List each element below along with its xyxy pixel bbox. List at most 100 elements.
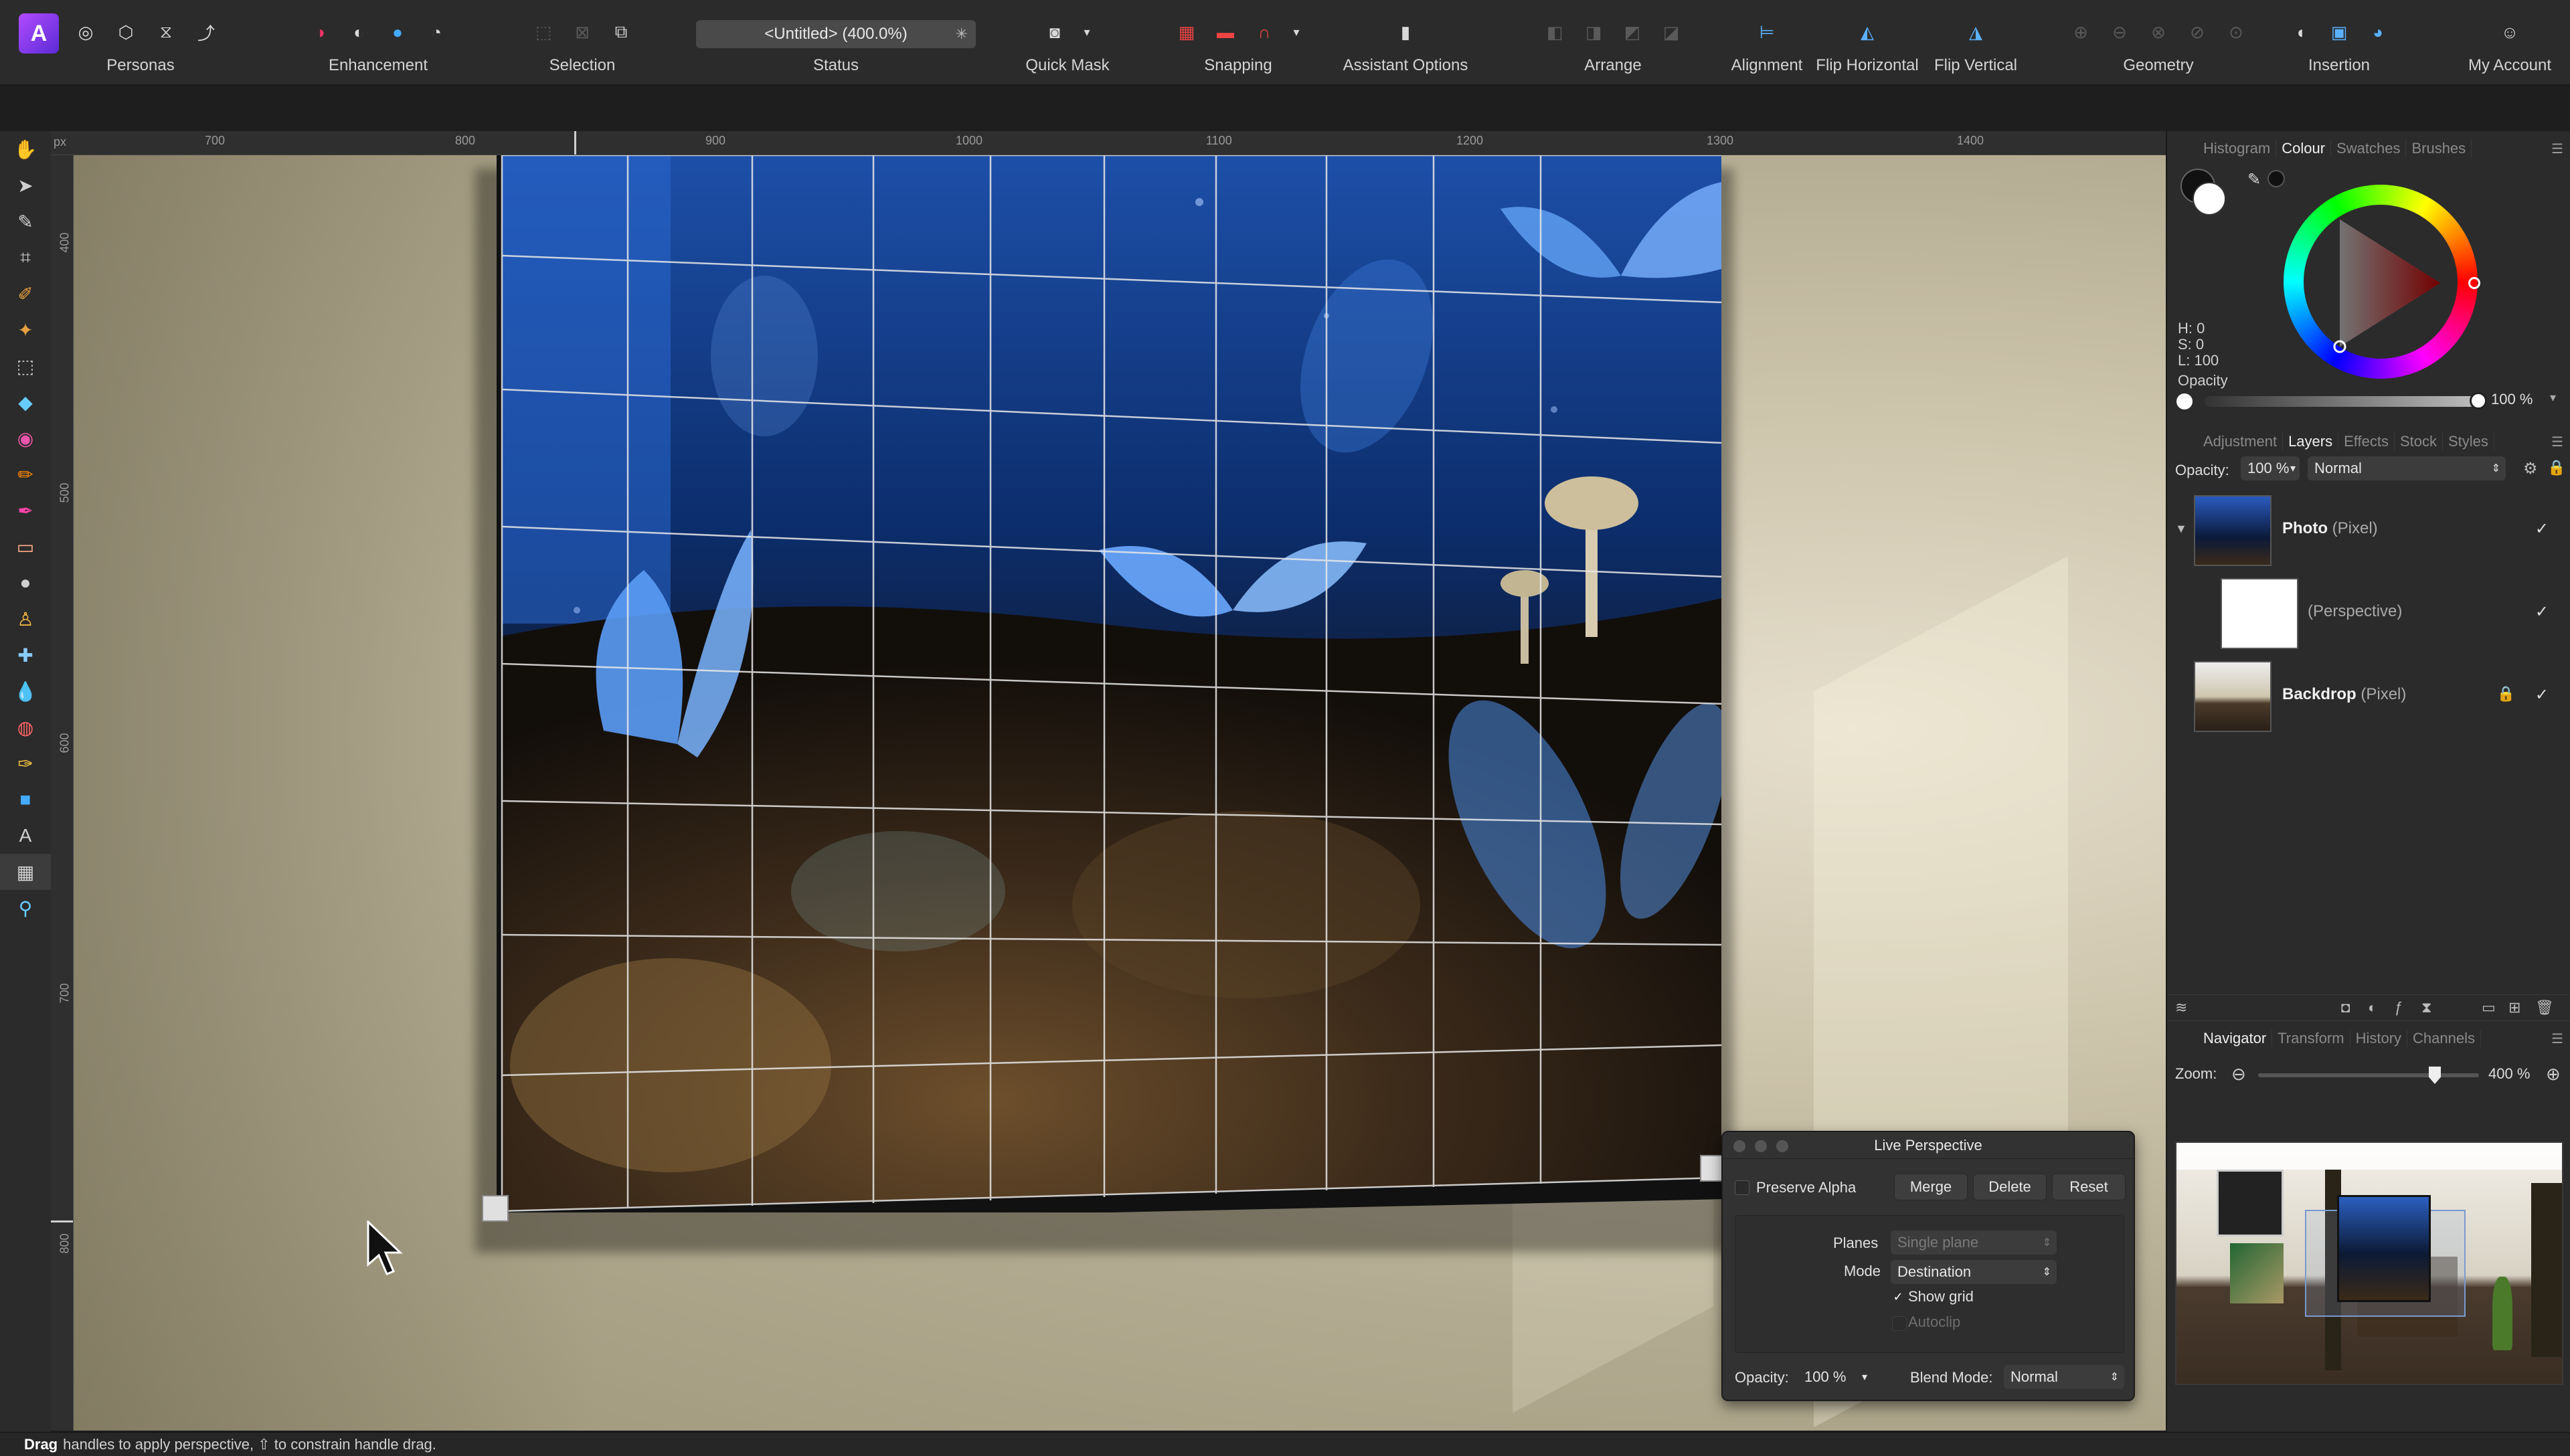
stroke-colour-swatch[interactable] (2193, 182, 2226, 215)
pen-tool-icon[interactable]: ✑ (0, 745, 51, 782)
colour-replacement-icon[interactable]: ✒ (0, 492, 51, 529)
tab-transform[interactable]: Transform (2272, 1030, 2350, 1047)
flip-horizontal-icon[interactable]: ◭ (1854, 19, 1881, 46)
chevron-down-icon[interactable]: ▾ (1290, 19, 1303, 46)
red-eye-icon[interactable]: ◍ (0, 709, 51, 745)
document-status-field[interactable]: <Untitled> (400.0%) ✳ (696, 20, 976, 48)
flood-fill-icon[interactable]: ◆ (0, 384, 51, 420)
dodge-brush-icon[interactable]: ● (0, 565, 51, 601)
tab-navigator[interactable]: Navigator (2198, 1030, 2273, 1047)
gradient-tool-icon[interactable]: ◉ (0, 420, 51, 456)
tab-history[interactable]: History (2350, 1030, 2408, 1047)
develop-persona-icon[interactable]: ⬡ (112, 19, 139, 46)
tab-stock[interactable]: Stock (2395, 433, 2443, 450)
hand-tool-icon[interactable]: ✋ (0, 131, 51, 167)
zoom-value[interactable]: 400 % (2488, 1065, 2530, 1083)
zoom-button[interactable] (1776, 1140, 1788, 1152)
minimize-button[interactable] (1755, 1140, 1767, 1152)
tab-channels[interactable]: Channels (2407, 1030, 2481, 1047)
erase-brush-icon[interactable]: ▭ (0, 529, 51, 565)
perspective-photo[interactable] (497, 155, 1721, 1212)
dialog-opacity-field[interactable]: 100 % ▾ (1798, 1365, 1871, 1389)
planes-select[interactable]: Single plane ⇕ (1891, 1231, 2057, 1255)
reset-button[interactable]: Reset (2052, 1174, 2126, 1200)
zoom-out-icon[interactable]: ⊖ (2231, 1064, 2246, 1085)
deselect-icon[interactable]: ⊠ (569, 19, 596, 46)
assistant-icon[interactable]: ▮ (1392, 19, 1419, 46)
xor-shape-icon[interactable]: ⊘ (2184, 19, 2211, 46)
magnet-icon[interactable]: ∩ (1251, 19, 1278, 46)
adjustment-layer-icon[interactable]: ◐ (2368, 999, 2377, 1016)
flood-select-icon[interactable]: ✦ (0, 312, 51, 348)
user-account-icon[interactable]: ☺ (2496, 19, 2523, 46)
tab-layers[interactable]: Layers (2283, 433, 2339, 450)
colour-opacity-value[interactable]: 100 % (2491, 391, 2533, 408)
text-tool-icon[interactable]: A (0, 818, 51, 854)
delete-button[interactable]: Delete (1973, 1174, 2047, 1200)
chevron-down-icon[interactable]: ▾ (2550, 391, 2556, 405)
invert-selection-icon[interactable]: ⧉ (608, 19, 634, 46)
layers-opacity-field[interactable]: 100 % ▾ (2241, 456, 2300, 480)
dialog-blend-mode-select[interactable]: Normal ⇕ (2004, 1365, 2124, 1389)
colour-opacity-slider[interactable] (2205, 396, 2475, 407)
tab-swatches[interactable]: Swatches (2331, 140, 2407, 157)
tab-colour[interactable]: Colour (2276, 140, 2332, 157)
white-balance-icon[interactable]: ◔ (423, 19, 450, 46)
rectangle-tool-icon[interactable]: ■ (0, 782, 51, 818)
folder-icon[interactable]: ▭ (2482, 999, 2496, 1016)
panel-menu-icon[interactable]: ☰ (2551, 141, 2563, 157)
clone-brush-icon[interactable]: ♙ (0, 601, 51, 637)
navigator-preview[interactable] (2175, 1142, 2563, 1385)
chevron-down-icon[interactable]: ▾ (1080, 19, 1094, 46)
show-grid-checkbox[interactable]: ✓ (1891, 1289, 1905, 1304)
affinity-photo-icon[interactable]: A (19, 13, 59, 54)
layer-visibility-checkbox[interactable]: ✓ (2535, 685, 2549, 705)
zoom-slider-handle[interactable] (2429, 1067, 2441, 1084)
export-persona-icon[interactable]: ⤴ (193, 19, 220, 46)
move-to-back-icon[interactable]: ◧ (1541, 19, 1568, 46)
subtract-shape-icon[interactable]: ⊖ (2106, 19, 2133, 46)
picked-colour-swatch[interactable] (2267, 170, 2285, 187)
layer-visibility-checkbox[interactable]: ✓ (2535, 519, 2549, 539)
live-filter-icon[interactable]: ⧗ (2421, 999, 2431, 1016)
layer-row-backdrop[interactable]: Backdrop (Pixel) 🔒 ✓ (2167, 656, 2570, 737)
blur-brush-icon[interactable]: 💧 (0, 673, 51, 709)
colour-balance-icon[interactable]: ● (384, 19, 411, 46)
move-tool-icon[interactable]: ➤ (0, 167, 51, 203)
disclosure-triangle-icon[interactable]: ▼ (2175, 522, 2187, 536)
gear-icon[interactable]: ⚙ (2523, 459, 2538, 478)
divide-shape-icon[interactable]: ⊙ (2223, 19, 2249, 46)
layer-row-perspective[interactable]: (Perspective) ✓ (2167, 573, 2570, 654)
insert-inside-icon[interactable]: ◕ (2365, 19, 2391, 46)
hue-marker[interactable] (2468, 277, 2480, 289)
zoom-slider[interactable] (2258, 1073, 2479, 1077)
alignment-icon[interactable]: ⊨ (1753, 19, 1780, 46)
colour-picker-icon[interactable]: ✎ (0, 203, 51, 240)
move-to-front-icon[interactable]: ◪ (1658, 19, 1685, 46)
close-button[interactable] (1733, 1140, 1745, 1152)
preserve-alpha-checkbox[interactable] (1735, 1180, 1749, 1195)
move-forward-icon[interactable]: ◩ (1619, 19, 1646, 46)
layer-visibility-checkbox[interactable]: ✓ (2535, 602, 2549, 622)
marquee-tool-icon[interactable]: ⬚ (0, 348, 51, 384)
intersect-shape-icon[interactable]: ⊗ (2145, 19, 2172, 46)
lock-icon[interactable]: 🔒 (2497, 685, 2515, 703)
add-layer-icon[interactable]: ⊞ (2508, 999, 2520, 1016)
move-back-icon[interactable]: ◨ (1580, 19, 1607, 46)
quick-mask-icon[interactable]: ◙ (1041, 19, 1068, 46)
liquify-persona-icon[interactable]: ◎ (72, 19, 99, 46)
mesh-warp-icon[interactable]: ▦ (0, 854, 51, 890)
colour-wheel[interactable] (2284, 185, 2480, 379)
selection-brush-icon[interactable]: ✐ (0, 276, 51, 312)
layers-blend-mode-select[interactable]: Normal ⇕ (2308, 456, 2506, 480)
zoom-tool-icon[interactable]: ⚲ (0, 890, 51, 926)
flip-vertical-icon[interactable]: ◮ (1962, 19, 1989, 46)
levels-icon[interactable]: ◑ (307, 19, 333, 46)
snapping-options-icon[interactable]: ▬ (1212, 19, 1239, 46)
mode-select[interactable]: Destination ⇕ (1891, 1260, 2057, 1284)
panel-menu-icon[interactable]: ☰ (2551, 1030, 2563, 1047)
colour-triangle[interactable] (2313, 213, 2454, 353)
autoclip-checkbox[interactable] (1892, 1316, 1907, 1331)
add-shape-icon[interactable]: ⊕ (2067, 19, 2094, 46)
crop-tool-icon[interactable]: ⌗ (0, 240, 51, 276)
